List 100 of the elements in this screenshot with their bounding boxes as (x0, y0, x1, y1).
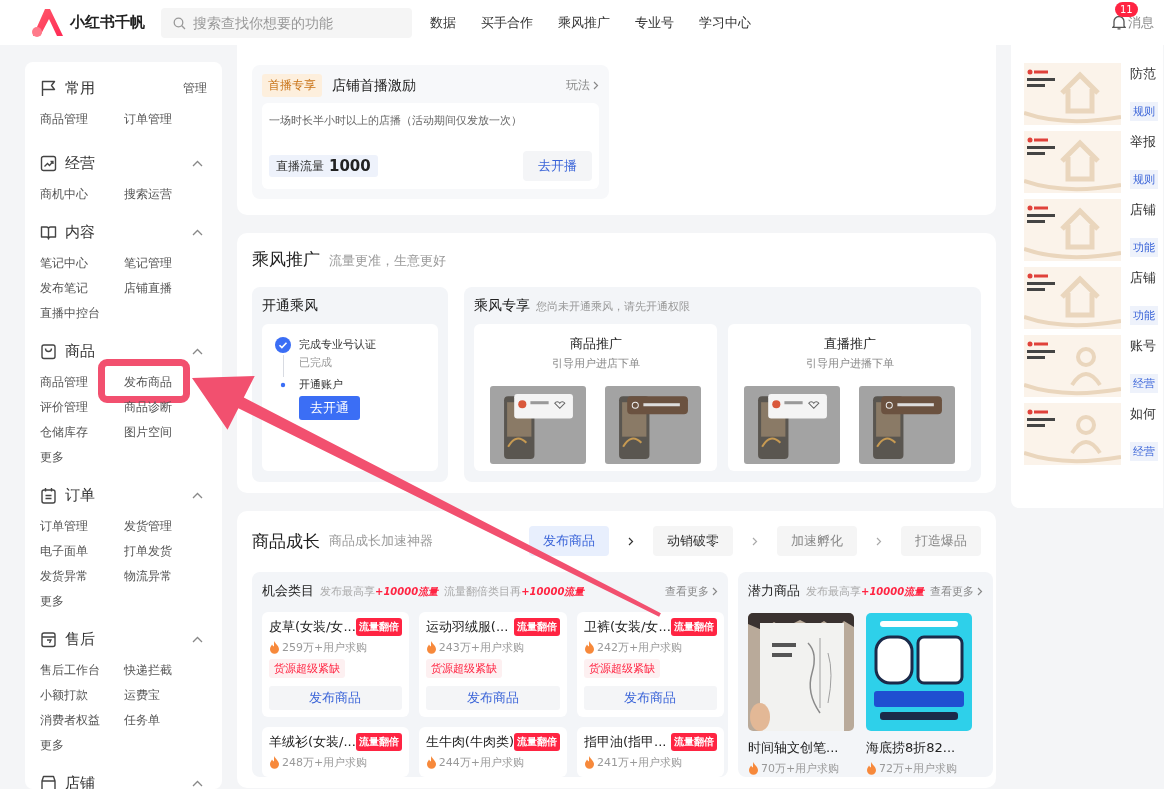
section-title: 商品成长 (252, 529, 320, 553)
article-tag: 经营 (1130, 442, 1158, 461)
chevron-right-icon (593, 81, 599, 90)
collapse-chevron-icon[interactable] (192, 635, 203, 643)
collapse-chevron-icon[interactable] (192, 779, 203, 787)
demand-text: 70万+用户求购 (761, 761, 840, 776)
article-title[interactable]: 账号 (1130, 337, 1158, 355)
chevron-right-icon (712, 587, 718, 596)
notification-badge: 11 (1115, 2, 1138, 17)
section-heading: 常用 (65, 78, 95, 98)
section-heading: 内容 (65, 222, 95, 242)
promo-subtitle: 引导用户进店下单 (550, 356, 641, 371)
publish-button[interactable]: 发布商品 (584, 686, 717, 710)
sidebar-item[interactable]: 打单发货 (124, 539, 172, 564)
step-label: 完成专业号认证 (299, 337, 376, 353)
promo-title: 商品推广 (568, 335, 623, 353)
shopping-bag-icon (40, 342, 57, 360)
article-tag: 规则 (1130, 170, 1158, 189)
sidebar-item[interactable]: 任务单 (124, 708, 160, 733)
hot-badge: 流量翻倍 (355, 733, 402, 751)
sidebar-item[interactable]: 直播中控台 (40, 301, 100, 326)
card-title: 店铺首播激励 (332, 76, 416, 95)
category-name: 皮草(女装/女... (269, 618, 356, 636)
step-tab[interactable]: 动销破零 (653, 526, 733, 556)
article-title[interactable]: 店铺 (1130, 201, 1158, 219)
article-title[interactable]: 举报 (1130, 133, 1158, 151)
flame-icon (269, 641, 280, 654)
section-title: 乘风推广 (252, 248, 320, 271)
promo-title: 直播推广 (822, 335, 877, 353)
sidebar-item[interactable]: 更多 (40, 445, 64, 470)
sidebar-item[interactable]: 商品管理 (40, 107, 88, 132)
sidebar-item[interactable]: 发布商品 (124, 370, 172, 395)
product-name: 时间轴文创笔... (748, 739, 840, 757)
article-title[interactable]: 防范 (1130, 65, 1158, 83)
sidebar-item[interactable]: 店铺直播 (124, 276, 172, 301)
sidebar-item[interactable]: 订单管理 (124, 107, 172, 132)
panel-title: 乘风专享 (474, 297, 530, 315)
category-name: 运动羽绒服(... (425, 618, 509, 636)
hot-badge: 流量翻倍 (514, 618, 560, 636)
collapse-chevron-icon[interactable] (192, 159, 203, 167)
nav-link[interactable]: 买手合作 (481, 13, 533, 32)
activate-button[interactable]: 去开通 (299, 396, 360, 420)
collapse-chevron-icon[interactable] (192, 347, 203, 355)
collapse-chevron-icon[interactable] (192, 228, 203, 236)
sidebar-item[interactable]: 发布笔记 (40, 276, 88, 301)
bell-icon[interactable] (1112, 15, 1126, 30)
brand-name: 小红书千帆 (70, 13, 145, 32)
manage-link[interactable]: 管理 (183, 79, 207, 97)
sidebar-item[interactable]: 评价管理 (40, 395, 88, 420)
collapse-chevron-icon[interactable] (192, 491, 203, 499)
sidebar-item[interactable]: 仓储库存 (40, 420, 88, 445)
sidebar-item[interactable]: 订单管理 (40, 514, 88, 539)
demand-text: 72万+用户求购 (879, 761, 958, 776)
hot-badge: 流量翻倍 (670, 733, 717, 751)
search-field[interactable]: 搜索查找你想要的功能 (161, 7, 412, 38)
category-name: 生牛肉(牛肉类) (425, 733, 514, 751)
category-name: 卫裤(女装/女... (584, 618, 671, 636)
publish-button[interactable]: 发布商品 (425, 686, 560, 710)
trend-chart-icon (40, 154, 57, 172)
promo-tag: 首播专享 (262, 74, 322, 97)
sidebar-item[interactable]: 售后工作台 (40, 658, 100, 683)
sidebar-item[interactable]: 商机中心 (40, 182, 88, 207)
nav-link[interactable]: 乘风推广 (558, 13, 610, 32)
start-live-button[interactable]: 去开播 (523, 151, 592, 181)
section-heading: 商品 (65, 341, 95, 361)
article-tag: 规则 (1130, 102, 1158, 121)
sidebar-item[interactable]: 发货异常 (40, 564, 88, 589)
sidebar-item[interactable]: 商品管理 (40, 370, 88, 395)
sidebar-item[interactable]: 更多 (40, 733, 64, 758)
sidebar-item[interactable]: 商品诊断 (124, 395, 172, 420)
publish-button[interactable]: 发布商品 (269, 686, 402, 710)
article-title[interactable]: 店铺 (1130, 269, 1158, 287)
step-tab[interactable]: 发布商品 (529, 526, 609, 556)
nav-link[interactable]: 数据 (430, 13, 456, 32)
nav-link[interactable]: 学习中心 (699, 13, 751, 32)
panel-subtitle: 您尚未开通乘风，请先开通权限 (536, 299, 690, 314)
sidebar-item[interactable]: 图片空间 (124, 420, 172, 445)
sidebar-item[interactable]: 发货管理 (124, 514, 172, 539)
shortage-tag: 货源超级紧缺 (584, 659, 660, 678)
product-name: 海底捞8折82... (866, 739, 957, 757)
article-title[interactable]: 如何 (1130, 405, 1158, 423)
sidebar-item[interactable]: 电子面单 (40, 539, 88, 564)
flame-icon (748, 762, 759, 775)
sidebar-item[interactable]: 更多 (40, 589, 64, 614)
step-status: 已完成 (299, 355, 333, 371)
sidebar-item[interactable]: 搜索运营 (124, 182, 172, 207)
sidebar-item[interactable]: 快递拦截 (124, 658, 172, 683)
demand-text: 241万+用户求购 (597, 755, 683, 770)
sidebar-item[interactable]: 笔记管理 (124, 251, 172, 276)
sidebar-item[interactable]: 消费者权益 (40, 708, 100, 733)
rules-link[interactable]: 玩法 (566, 77, 599, 94)
nav-link[interactable]: 专业号 (635, 13, 674, 32)
sidebar-item[interactable]: 物流异常 (124, 564, 172, 589)
demand-text: 248万+用户求购 (282, 755, 368, 770)
flame-icon (584, 756, 595, 769)
flame-icon (269, 756, 280, 769)
sidebar-item[interactable]: 运费宝 (124, 683, 160, 708)
sidebar-item[interactable]: 小额打款 (40, 683, 88, 708)
chevron-right-icon (977, 587, 984, 596)
sidebar-item[interactable]: 笔记中心 (40, 251, 88, 276)
